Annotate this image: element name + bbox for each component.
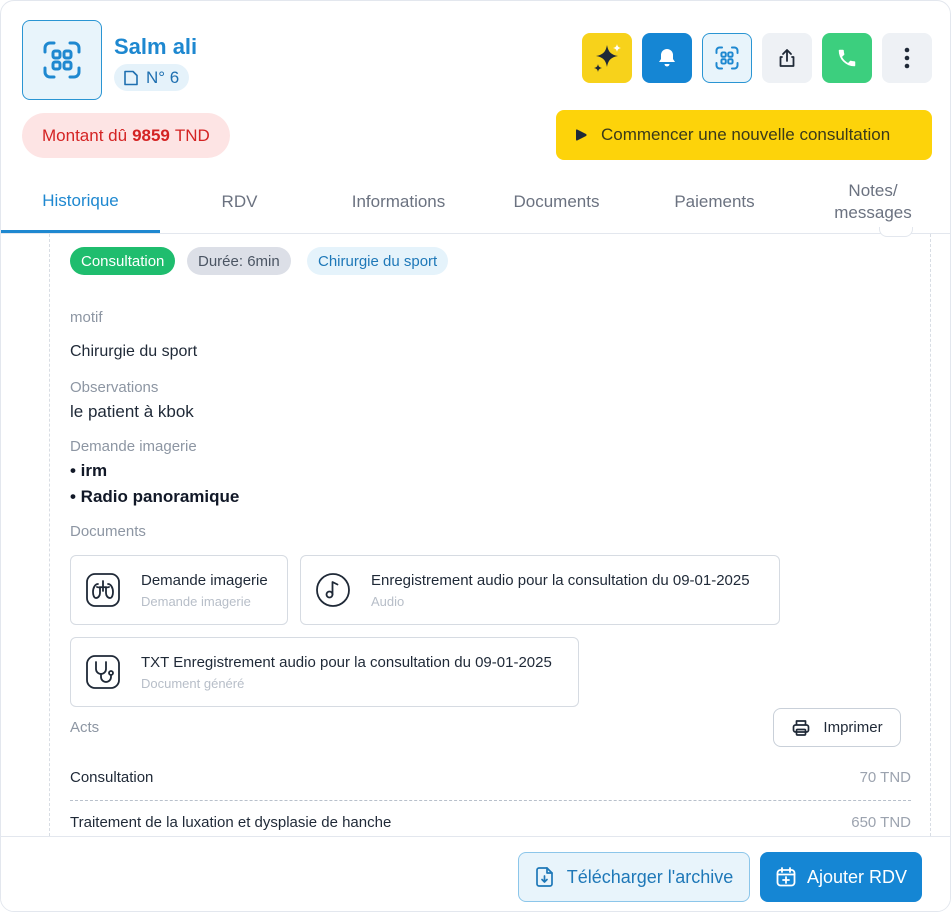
tab-paiements[interactable]: Paiements — [635, 171, 794, 233]
patient-number-badge: N° 6 — [114, 64, 190, 91]
ai-assistant-button[interactable] — [582, 33, 632, 83]
share-icon — [779, 49, 795, 67]
act-row: Consultation 70 TND — [70, 769, 911, 791]
printer-icon — [793, 719, 810, 736]
play-icon — [576, 129, 587, 141]
motif-value: Chirurgie du sport — [70, 343, 198, 360]
stethoscope-icon — [85, 654, 121, 690]
act-price: 650 TND — [851, 814, 911, 831]
more-vertical-icon — [904, 47, 910, 69]
qr-code-button[interactable] — [702, 33, 752, 83]
tab-notes-messages[interactable]: Notes/ messages — [794, 171, 950, 233]
patient-avatar[interactable] — [22, 20, 102, 100]
imaging-item: • irm — [70, 461, 108, 480]
acts-label: Acts — [70, 719, 100, 736]
download-archive-button[interactable]: Télécharger l'archive — [518, 852, 750, 902]
document-title: TXT Enregistrement audio pour la consult… — [141, 653, 552, 671]
notifications-button[interactable] — [642, 33, 692, 83]
document-subtitle: Audio — [371, 593, 405, 609]
document-card[interactable]: TXT Enregistrement audio pour la consult… — [70, 637, 579, 707]
act-name: Consultation — [70, 769, 154, 786]
amount-due-badge: Montant dû 9859 TND — [22, 113, 230, 158]
tab-documents[interactable]: Documents — [478, 171, 635, 233]
qr-scan-icon — [715, 46, 739, 70]
start-consultation-label: Commencer une nouvelle consultation — [601, 125, 891, 144]
document-subtitle: Demande imagerie — [141, 593, 251, 609]
imaging-label: Demande imagerie — [70, 438, 197, 455]
amount-due-currency: TND — [174, 125, 210, 145]
print-label: Imprimer — [823, 719, 883, 736]
consultation-type-badge: Consultation — [70, 247, 176, 275]
call-button[interactable] — [822, 33, 872, 83]
document-title: Demande imagerie — [141, 571, 268, 589]
imaging-item: • Radio panoramique — [70, 487, 240, 506]
tab-rdv[interactable]: RDV — [160, 171, 319, 233]
document-card[interactable]: Enregistrement audio pour la consultatio… — [300, 555, 780, 625]
music-note-icon — [315, 572, 351, 608]
amount-due-value: 9859 — [132, 125, 170, 145]
tab-historique[interactable]: Historique — [1, 171, 160, 233]
specialty-badge: Chirurgie du sport — [307, 247, 449, 275]
acts-divider — [70, 800, 911, 801]
patient-number: N° 6 — [146, 67, 180, 87]
more-options-button[interactable] — [882, 33, 932, 83]
card-scroll-stub — [879, 227, 913, 237]
act-price: 70 TND — [859, 769, 911, 786]
amount-due-prefix: Montant dû — [42, 125, 128, 145]
add-rdv-label: Ajouter RDV — [806, 866, 908, 887]
documents-label: Documents — [70, 523, 146, 540]
patient-name: Salm ali — [114, 34, 198, 59]
bell-icon — [659, 49, 675, 67]
observations-label: Observations — [70, 379, 159, 396]
print-button[interactable]: Imprimer — [773, 708, 901, 747]
act-row: Traitement de la luxation et dysplasie d… — [70, 814, 911, 836]
calendar-plus-icon — [776, 867, 796, 887]
duration-badge: Durée: 6min — [187, 247, 291, 275]
qr-scan-icon — [43, 41, 81, 79]
patient-panel: Salm ali N° 6 Montant dû 9859 TND Commen… — [0, 0, 951, 912]
download-archive-label: Télécharger l'archive — [566, 866, 734, 887]
phone-icon — [838, 49, 856, 67]
file-icon — [124, 70, 138, 85]
tab-informations[interactable]: Informations — [319, 171, 478, 233]
sparkles-icon — [594, 44, 621, 72]
tab-bar: Historique RDV Informations Documents Pa… — [1, 171, 950, 234]
document-subtitle: Document généré — [141, 675, 245, 691]
share-button[interactable] — [762, 33, 812, 83]
document-title: Enregistrement audio pour la consultatio… — [371, 571, 750, 589]
start-consultation-button[interactable]: Commencer une nouvelle consultation — [556, 110, 932, 160]
motif-label: motif — [70, 309, 103, 326]
document-card[interactable]: Demande imagerie Demande imagerie — [70, 555, 288, 625]
file-download-icon — [535, 867, 553, 887]
add-rdv-button[interactable]: Ajouter RDV — [760, 852, 922, 902]
lungs-icon — [85, 572, 121, 608]
act-name: Traitement de la luxation et dysplasie d… — [70, 814, 392, 831]
observations-value: le patient à kbok — [70, 402, 194, 421]
